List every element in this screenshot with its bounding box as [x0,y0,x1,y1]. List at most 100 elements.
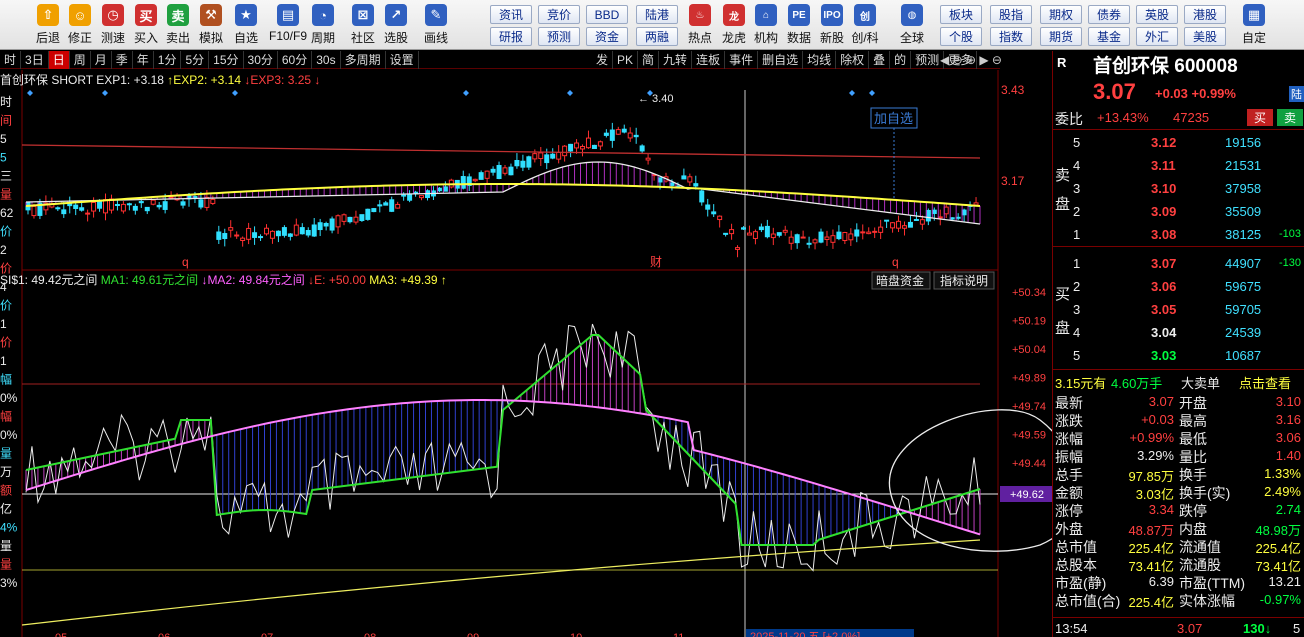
chuangke-button[interactable]: 创创/科 [848,2,882,48]
market-tab-2[interactable]: 期权 [1040,5,1082,24]
period-周[interactable]: 周 [70,50,91,69]
ipo-button[interactable]: IPO 新股 [815,2,849,48]
event-q-2[interactable]: q [892,255,899,269]
back-button[interactable]: ⇧ 后退 [32,2,64,48]
tool-PK[interactable]: PK [613,51,639,69]
hot-button[interactable]: ♨ 热点 [683,2,717,48]
ask-row[interactable]: 5 3.12 19156 [1053,133,1304,154]
period-3日[interactable]: 3日 [21,50,49,69]
bid-row[interactable]: 4 3.04 24539 [1053,323,1304,344]
buy-quick-button[interactable]: 买 [1247,109,1274,126]
ask-row[interactable]: 4 3.11 21531 [1053,156,1304,177]
period-时[interactable]: 时 [0,50,22,69]
market-tab-b-5[interactable]: 美股 [1184,27,1226,46]
left-panel-label: 2 [0,243,7,257]
tbtn-1[interactable]: 竞价 [538,5,580,24]
ask-row[interactable]: 2 3.09 35509 [1053,202,1304,223]
period-日[interactable]: 日 [48,50,70,69]
market-tab-b-4[interactable]: 外汇 [1136,27,1178,46]
tool-简[interactable]: 简 [638,51,660,69]
tool-九转[interactable]: 九转 [659,51,693,69]
event-q-1[interactable]: q [182,255,189,269]
custom-button[interactable]: ▦ 自定 [1236,2,1272,48]
draw-line-button[interactable]: ✎ 画线 [420,2,452,48]
tbtn-b-2[interactable]: 资金 [586,27,628,46]
period-button[interactable]: ◔ 周期 [307,2,339,48]
tool-事件[interactable]: 事件 [725,51,759,69]
period-5分[interactable]: 5分 [181,50,210,69]
f10-button[interactable]: ▤ F10/F9 [268,2,308,48]
market-tab-1[interactable]: 股指 [990,5,1032,24]
tool-连板[interactable]: 连板 [692,51,726,69]
toolbar-label: 创/科 [851,31,879,45]
bid-row[interactable]: 1 3.07 44907 -130 [1053,254,1304,275]
lu-badge: 陆 [1289,86,1304,102]
market-tab-b-3[interactable]: 基金 [1088,27,1130,46]
market-tab-b-0[interactable]: 个股 [940,27,982,46]
ask-level: 5 [1073,135,1081,150]
tbtn-0[interactable]: 资讯 [490,5,532,24]
stock-select-icon: ↗ [385,4,407,26]
bid-row[interactable]: 2 3.06 59675 [1053,277,1304,298]
market-tab-5[interactable]: 港股 [1184,5,1226,24]
tbtn-b-3[interactable]: 两融 [636,27,678,46]
ask-row[interactable]: 1 3.08 38125 -103 [1053,225,1304,246]
market-tab-4[interactable]: 英股 [1136,5,1178,24]
speed-test-button[interactable]: ◷ 测速 [97,2,129,48]
big-order-price: 3.15元有 [1055,376,1107,391]
period-1分[interactable]: 1分 [154,50,182,69]
toolbar-label: 新股 [819,31,844,45]
market-tab-b-1[interactable]: 指数 [990,27,1032,46]
market-tab-0[interactable]: 板块 [940,5,982,24]
kline-chart-area[interactable]: 时间55三量62价2价4价1价1幅0%幅0%量万额亿4%量量3%首创环保 SHO… [0,70,1052,637]
x-axis-label: 07 [261,632,273,637]
divider [1053,369,1304,370]
global-button[interactable]: ◍ 全球 [895,2,929,48]
tbtn-b-0[interactable]: 研报 [490,27,532,46]
tool-均线[interactable]: 均线 [803,51,837,69]
buy-button[interactable]: 买买入 [130,2,162,48]
period-15分[interactable]: 15分 [209,50,244,69]
event-financial[interactable]: 财 [650,255,662,269]
period-多周期[interactable]: 多周期 [341,50,386,69]
dark-pool-button[interactable]: 暗盘资金 [876,273,924,288]
correct-button[interactable]: ☺ 修正 [64,2,96,48]
sell-button[interactable]: 卖卖出 [162,2,194,48]
tool-的[interactable]: 的 [890,51,912,69]
big-order-view-link[interactable]: 点击查看 [1239,373,1291,392]
sell-quick-button[interactable]: 卖 [1277,109,1304,126]
period-icon: ◔ [312,4,334,26]
period-月[interactable]: 月 [91,50,112,69]
market-tab-3[interactable]: 债券 [1088,5,1130,24]
tool-删自选[interactable]: 删自选 [758,51,804,69]
tbtn-2[interactable]: BBD [586,5,628,24]
institution-button[interactable]: ⌂ 机构 [749,2,783,48]
data-button[interactable]: PE 数据 [782,2,816,48]
bid-row[interactable]: 3 3.05 59705 [1053,300,1304,321]
toolbar-label: 卖出 [165,31,190,45]
bid-row[interactable]: 5 3.03 10687 [1053,346,1304,367]
ask-row[interactable]: 3 3.10 37958 [1053,179,1304,200]
period-30s[interactable]: 30s [312,50,341,69]
period-设置[interactable]: 设置 [386,50,419,69]
market-tab-b-2[interactable]: 期货 [1040,27,1082,46]
dragon-tiger-button[interactable]: 龙龙虎 [717,2,751,48]
stock-select-button[interactable]: ↗ 选股 [380,2,412,48]
tool-除权[interactable]: 除权 [836,51,870,69]
tool-发[interactable]: 发 [592,51,614,69]
tbtn-3[interactable]: 陆港 [636,5,678,24]
indicator-help-button[interactable]: 指标说明 [940,273,988,288]
add-watch-label[interactable]: 加自选 [874,111,913,126]
toolbar-label: 自选 [233,31,258,45]
tbtn-b-1[interactable]: 预测 [538,27,580,46]
stat-label: 外盘 [1055,521,1083,537]
period-季[interactable]: 季 [112,50,133,69]
period-年[interactable]: 年 [133,50,154,69]
community-button[interactable]: ⊠ 社区 [347,2,379,48]
period-30分[interactable]: 30分 [244,50,278,69]
period-60分[interactable]: 60分 [278,50,313,69]
tool-叠[interactable]: 叠 [869,51,891,69]
simulate-button[interactable]: ⚒ 模拟 [195,2,227,48]
big-order-bar[interactable]: 3.15元有 4.60万手 大卖单 点击查看 [1053,371,1304,391]
watchlist-button[interactable]: ★ 自选 [230,2,262,48]
